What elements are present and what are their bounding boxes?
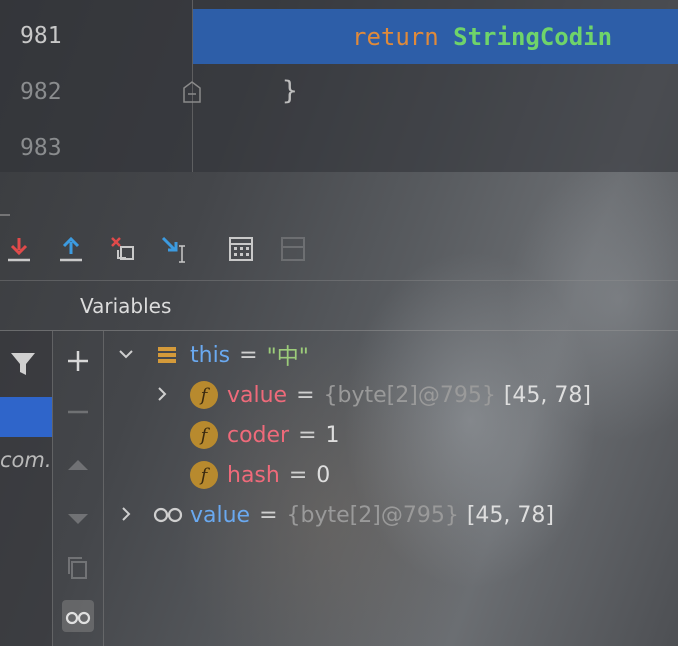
selected-frame[interactable] [0, 397, 52, 437]
object-stack-icon [158, 347, 176, 363]
filter-icon[interactable] [8, 348, 38, 378]
glasses-icon [65, 611, 91, 625]
watch-glasses-icon [153, 507, 183, 523]
var-name-hash: hash [227, 462, 280, 488]
watch-value-value: [45, 78] [466, 502, 554, 528]
step-out-icon[interactable] [56, 234, 86, 264]
var-name-coder: coder [227, 422, 290, 448]
equals-sign: = [239, 342, 258, 368]
move-down-button[interactable] [62, 502, 94, 534]
code-line-981[interactable]: return StringCodin [352, 23, 612, 51]
var-name-this: this [190, 342, 231, 368]
var-name-value: value [227, 382, 288, 408]
tree-row-watch-value[interactable]: value = {byte[2]@795} [45, 78] [152, 500, 554, 530]
frame-label[interactable]: com. [0, 448, 52, 472]
class-name: StringCodin [453, 23, 613, 51]
tab-variables[interactable]: Variables [80, 294, 171, 318]
line-number-983: 983 [20, 135, 62, 161]
tree-row-coder[interactable]: f coder = 1 [190, 420, 340, 450]
keyword-return: return [352, 23, 439, 51]
fold-marker-icon[interactable] [181, 80, 203, 104]
tree-row-hash[interactable]: f hash = 0 [190, 460, 330, 490]
watch-name-value: value [190, 502, 251, 528]
side-toolbar-separator [103, 331, 104, 646]
var-value-coder: 1 [325, 422, 340, 448]
expand-value-icon[interactable] [152, 384, 172, 404]
code-line-982[interactable]: } [282, 76, 298, 106]
frames-panel [0, 331, 52, 646]
duplicate-watch-button[interactable] [62, 552, 94, 584]
field-icon: f [190, 381, 218, 409]
new-watch-button[interactable] [62, 345, 94, 377]
code-editor[interactable]: 981 982 983 return StringCodin } [0, 0, 678, 172]
toolbar-separator [0, 280, 678, 281]
step-into-icon[interactable] [4, 234, 34, 264]
panel-header-separator [0, 330, 678, 331]
var-value-value: [45, 78] [503, 382, 591, 408]
frames-separator [52, 331, 53, 646]
field-icon: f [190, 461, 218, 489]
equals-sign: = [259, 502, 278, 528]
var-type-value: {byte[2]@795} [323, 382, 496, 408]
show-watches-button[interactable] [62, 600, 94, 632]
tree-row-value[interactable]: f value = {byte[2]@795} [45, 78] [190, 380, 591, 410]
line-number-981: 981 [20, 23, 62, 49]
drop-frame-icon[interactable] [108, 234, 138, 264]
field-icon: f [190, 421, 218, 449]
panel-splitter[interactable] [0, 214, 10, 216]
tree-row-this[interactable]: this = "中" [156, 340, 309, 370]
watch-type-value: {byte[2]@795} [286, 502, 459, 528]
equals-sign: = [298, 422, 317, 448]
equals-sign: = [296, 382, 315, 408]
disabled-toolbar-icon [281, 237, 305, 261]
equals-sign: = [288, 462, 308, 488]
run-to-cursor-icon[interactable] [160, 234, 190, 264]
var-value-hash: 0 [316, 462, 331, 488]
var-value-this: "中" [266, 345, 309, 370]
remove-watch-button[interactable] [62, 396, 94, 428]
evaluate-expression-icon[interactable] [226, 234, 256, 264]
move-up-button[interactable] [62, 450, 94, 482]
line-number-982: 982 [20, 79, 62, 105]
expand-watch-icon[interactable] [116, 504, 136, 524]
collapse-this-icon[interactable] [116, 344, 136, 364]
